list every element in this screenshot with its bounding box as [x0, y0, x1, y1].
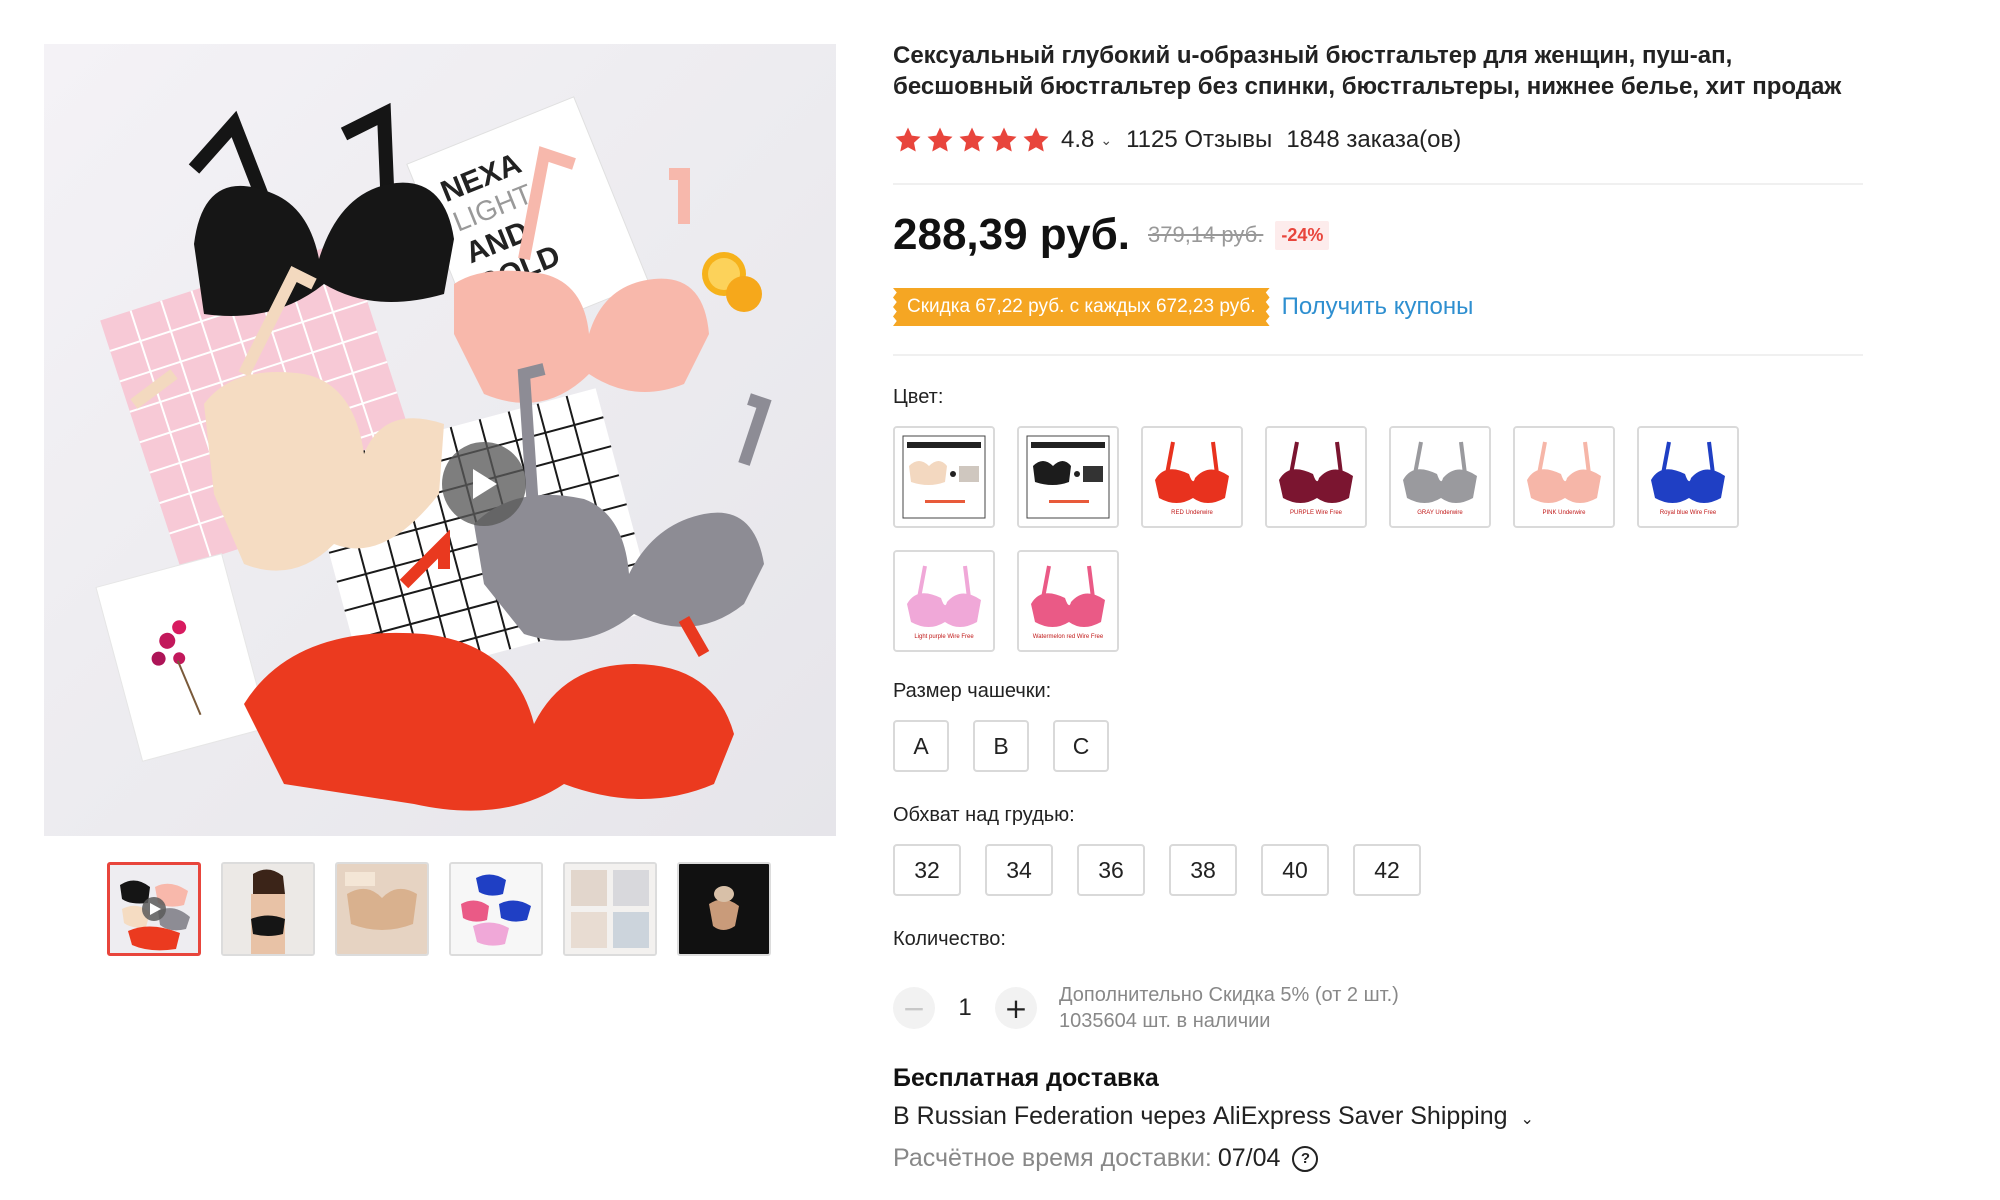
shipping-method-selector[interactable]: В Russian Federation через AliExpress Sa…	[893, 1102, 1534, 1131]
band-size-option[interactable]: 34	[985, 844, 1053, 896]
play-video-button[interactable]	[442, 442, 526, 526]
delivery-date: 07/04	[1217, 1144, 1281, 1172]
cup-size-option[interactable]: C	[1053, 720, 1109, 772]
color-swatch[interactable]: RED Underwire	[1141, 426, 1243, 528]
band-size-option[interactable]: 42	[1353, 844, 1421, 896]
swatch-image	[895, 428, 993, 526]
star-icon	[895, 127, 921, 152]
current-price: 288,39 руб.	[893, 210, 1130, 259]
delivery-label: Расчётное время доставки:	[893, 1144, 1212, 1172]
color-swatch[interactable]: PINK Underwire	[1513, 426, 1615, 528]
thumbnail-1[interactable]	[107, 862, 201, 956]
extra-discount-text: Дополнительно Скидка 5% (от 2 шт.)	[1059, 984, 1399, 1006]
coupon-tag: Скидка 67,22 руб. с каждых 672,23 руб.	[893, 288, 1270, 326]
color-swatch[interactable]: Light purple Wire Free	[893, 550, 995, 652]
divider	[893, 354, 1863, 356]
color-swatch[interactable]	[893, 426, 995, 528]
thumbnail-2[interactable]	[221, 862, 315, 956]
main-product-image[interactable]: NEXA LIGHT AND BOLD	[44, 44, 836, 836]
thumbnail-6[interactable]	[677, 862, 771, 956]
swatch-caption: PURPLE Wire Free	[1290, 510, 1343, 516]
chevron-down-icon: ⌄	[1520, 1111, 1534, 1128]
get-coupons-link[interactable]: Получить купоны	[1282, 293, 1474, 321]
price-row: 288,39 руб. 379,14 руб. -24%	[893, 210, 1330, 260]
quantity-stepper: − + Дополнительно Скидка 5% (от 2 шт.) 1…	[893, 982, 1399, 1034]
product-info-panel: Сексуальный глубокий u-образный бюстгаль…	[893, 40, 1863, 1172]
thumbnail-4[interactable]	[449, 862, 543, 956]
swatch-image: RED Underwire	[1143, 428, 1241, 526]
rating-value: 4.8	[1061, 126, 1095, 153]
divider	[893, 183, 1863, 185]
main-product-illustration: NEXA LIGHT AND BOLD	[95, 96, 772, 811]
stock-text: 1035604 шт. в наличии	[1059, 1010, 1271, 1032]
swatch-image: GRAY Underwire	[1391, 428, 1489, 526]
swatch-caption: Light purple Wire Free	[914, 634, 974, 640]
band-size-option[interactable]: 32	[893, 844, 961, 896]
band-size-option[interactable]: 40	[1261, 844, 1329, 896]
chevron-down-icon[interactable]: ⌄	[1100, 132, 1112, 149]
cup-size-option[interactable]: B	[973, 720, 1029, 772]
rating-row: 4.8 ⌄ 1125 Отзывы 1848 заказа(ов)	[893, 122, 1461, 158]
swatch-image: Royal blue Wire Free	[1639, 428, 1737, 526]
quantity-input[interactable]	[935, 993, 995, 1023]
delivery-estimate: Расчётное время доставки: 07/04 ?	[893, 1144, 1319, 1173]
color-swatch[interactable]: Watermelon red Wire Free	[1017, 550, 1119, 652]
color-swatch[interactable]: GRAY Underwire	[1389, 426, 1491, 528]
shipping-method-text: В Russian Federation через AliExpress Sa…	[893, 1102, 1508, 1130]
star-icon	[959, 127, 985, 152]
swatch-image: PINK Underwire	[1515, 428, 1613, 526]
discount-badge: -24%	[1275, 220, 1330, 250]
color-swatch[interactable]: PURPLE Wire Free	[1265, 426, 1367, 528]
product-title: Сексуальный глубокий u-образный бюстгаль…	[893, 42, 1842, 100]
increase-quantity-button[interactable]: +	[995, 987, 1037, 1029]
orders-count: 1848 заказа(ов)	[1286, 126, 1462, 153]
thumbnail-3[interactable]	[335, 862, 429, 956]
color-swatch[interactable]	[1017, 426, 1119, 528]
coupon-row: Скидка 67,22 руб. с каждых 672,23 руб. П…	[893, 288, 1473, 326]
star-icon	[991, 127, 1017, 152]
swatch-caption: GRAY Underwire	[1417, 510, 1463, 516]
swatch-image: Watermelon red Wire Free	[1019, 552, 1117, 650]
band-size-option[interactable]: 38	[1169, 844, 1237, 896]
old-price: 379,14 руб.	[1147, 222, 1264, 247]
rating-stars	[893, 125, 1051, 155]
help-icon[interactable]: ?	[1292, 1145, 1319, 1172]
swatch-caption: Royal blue Wire Free	[1660, 510, 1717, 516]
cup-size-option[interactable]: A	[893, 720, 949, 772]
reviews-link[interactable]: 1125 Отзывы	[1126, 126, 1272, 154]
swatch-caption: RED Underwire	[1171, 510, 1213, 516]
band-size-option[interactable]: 36	[1077, 844, 1145, 896]
swatch-caption: PINK Underwire	[1542, 510, 1586, 516]
swatch-image: PURPLE Wire Free	[1267, 428, 1365, 526]
band-size-label: Обхват над грудью:	[893, 804, 1075, 826]
color-swatch[interactable]: Royal blue Wire Free	[1637, 426, 1739, 528]
cup-size-label: Размер чашечки:	[893, 680, 1052, 702]
quantity-label: Количество:	[893, 928, 1006, 950]
play-icon	[473, 469, 497, 499]
swatch-image: Light purple Wire Free	[895, 552, 993, 650]
star-icon	[1023, 127, 1049, 152]
decrease-quantity-button[interactable]: −	[893, 987, 935, 1029]
swatch-image	[1019, 428, 1117, 526]
shipping-title: Бесплатная доставка	[893, 1064, 1159, 1092]
swatch-caption: Watermelon red Wire Free	[1033, 634, 1104, 640]
color-label: Цвет:	[893, 386, 944, 408]
thumbnail-5[interactable]	[563, 862, 657, 956]
quantity-info: Дополнительно Скидка 5% (от 2 шт.) 10356…	[1059, 982, 1399, 1034]
star-icon	[927, 127, 953, 152]
